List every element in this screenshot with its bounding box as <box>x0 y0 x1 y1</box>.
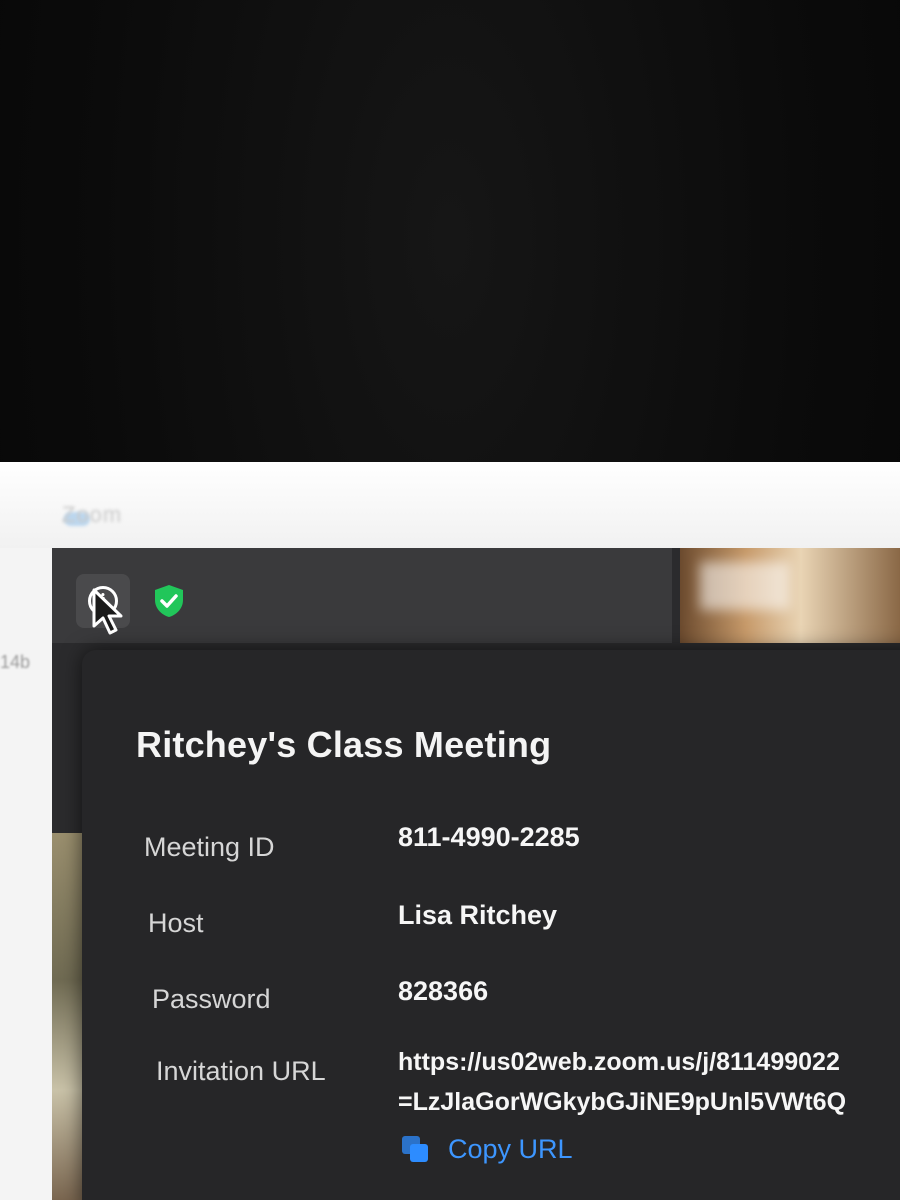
password-label: Password <box>152 984 271 1014</box>
meeting-id-value: 811-4990-2285 <box>398 822 580 852</box>
window-titlebar: Zoom <box>0 462 900 548</box>
mouse-cursor-icon <box>92 588 123 635</box>
copy-url-button[interactable]: Copy URL <box>402 1134 573 1165</box>
host-label: Host <box>148 908 204 938</box>
meeting-id-label: Meeting ID <box>144 832 275 862</box>
encryption-shield-button[interactable] <box>144 576 194 626</box>
shield-check-icon <box>155 585 183 617</box>
password-value: 828366 <box>398 976 489 1006</box>
copy-icon <box>402 1135 430 1164</box>
invitation-url-label: Invitation URL <box>156 1056 326 1086</box>
invitation-url-line-2[interactable]: =LzJlaGorWGkybGJiNE9pUnl5VWt6Q <box>398 1088 846 1117</box>
participant-video-thumbnail[interactable] <box>680 548 900 643</box>
host-value: Lisa Ritchey <box>398 900 558 930</box>
monitor-screen: Zoom 14b i Ritchey's Class Meeting Mee <box>0 462 900 1200</box>
app-title: Zoom <box>62 502 123 527</box>
photo-scene: Zoom 14b i Ritchey's Class Meeting Mee <box>0 0 900 1200</box>
meeting-info-popup: Ritchey's Class Meeting Meeting ID 811-4… <box>82 650 900 1200</box>
meeting-window: i Ritchey's Class Meeting Meeting ID 811… <box>52 548 900 1200</box>
meeting-title: Ritchey's Class Meeting <box>136 724 552 765</box>
copy-url-label: Copy URL <box>448 1134 573 1164</box>
invitation-url-line-1[interactable]: https://us02web.zoom.us/j/811499022 <box>398 1048 840 1077</box>
side-text-fragment: 14b <box>0 652 31 672</box>
